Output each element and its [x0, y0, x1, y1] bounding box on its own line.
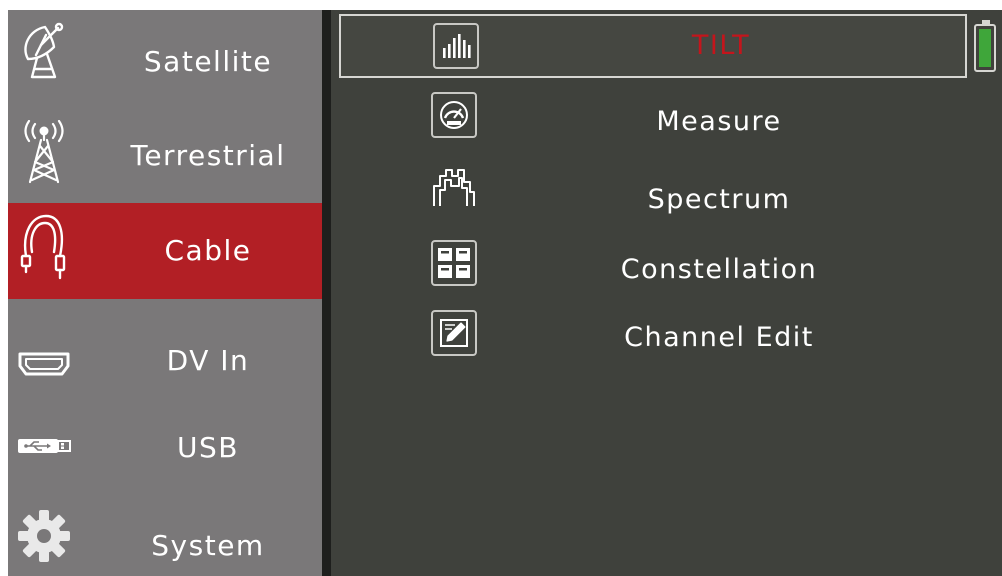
menu-item-constellation[interactable]: Constellation — [339, 236, 967, 300]
edit-note-icon — [431, 310, 477, 356]
tilt-bars-icon — [433, 23, 479, 69]
menu-item-spectrum[interactable]: Spectrum — [339, 166, 967, 230]
sidebar-item-label: System — [151, 529, 265, 562]
sidebar-item-label: Cable — [164, 234, 252, 267]
gear-icon — [14, 506, 74, 566]
constellation-icon — [431, 240, 477, 286]
battery-icon — [974, 20, 996, 72]
sidebar-item-label: DV In — [166, 344, 250, 377]
sidebar-item-label: Terrestrial — [130, 139, 286, 172]
device-screen: Satellite Terrestrial Cable DV In USB Sy… — [8, 10, 1002, 576]
main-menu: TILT Measure Spectrum Constellation Chan… — [331, 10, 1002, 576]
menu-item-label: Channel Edit — [624, 322, 814, 353]
usb-stick-icon — [14, 416, 74, 476]
menu-item-tilt[interactable]: TILT — [339, 14, 967, 78]
antenna-tower-icon — [14, 120, 74, 184]
panel-divider — [322, 10, 331, 576]
sidebar-item-system[interactable]: System — [8, 492, 322, 576]
sidebar-item-satellite[interactable]: Satellite — [8, 10, 322, 108]
sidebar-item-label: Satellite — [143, 45, 273, 78]
hdmi-port-icon — [14, 334, 74, 394]
sidebar-item-usb[interactable]: USB — [8, 404, 322, 492]
meter-gauge-icon — [431, 92, 477, 138]
menu-item-label: Constellation — [620, 254, 818, 285]
sidebar-item-label: USB — [177, 431, 239, 464]
menu-item-measure[interactable]: Measure — [339, 92, 967, 156]
menu-item-label: Measure — [656, 106, 782, 137]
sidebar-item-terrestrial[interactable]: Terrestrial — [8, 108, 322, 203]
battery-level-fill — [979, 29, 991, 67]
satellite-dish-icon — [14, 20, 74, 80]
cable-icon — [14, 214, 74, 280]
sidebar-item-cable[interactable]: Cable — [8, 203, 322, 299]
menu-item-label: TILT — [691, 30, 751, 61]
battery-cap — [982, 20, 990, 24]
sidebar: Satellite Terrestrial Cable DV In USB Sy… — [8, 10, 322, 576]
spectrum-icon — [431, 164, 477, 210]
sidebar-item-dv-in[interactable]: DV In — [8, 299, 322, 404]
menu-item-label: Spectrum — [647, 184, 791, 215]
menu-item-channel-edit[interactable]: Channel Edit — [339, 306, 967, 370]
